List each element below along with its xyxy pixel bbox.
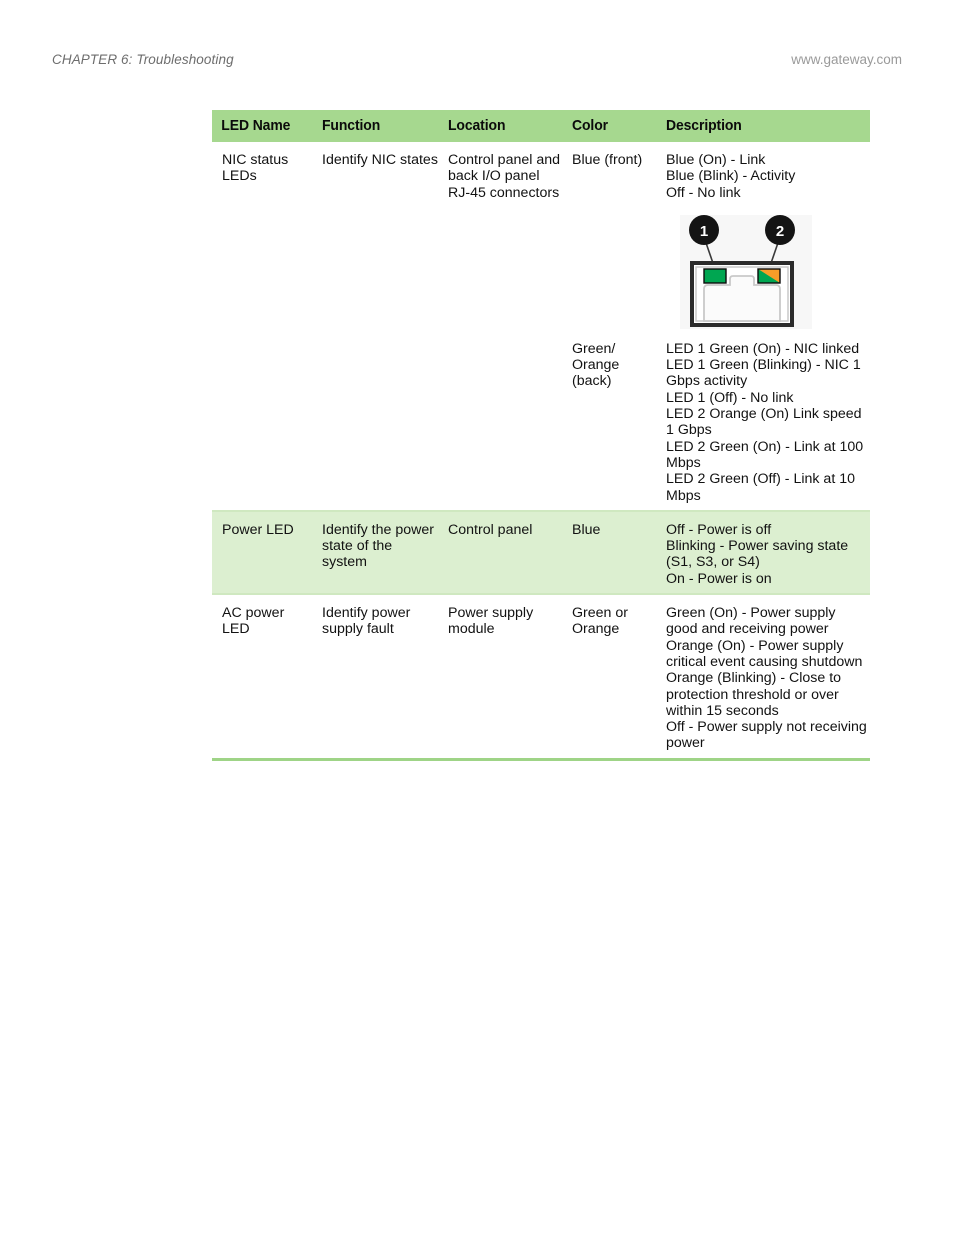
table-figure-row: 1 2 [212, 207, 870, 331]
cell-location: Power supply module [448, 605, 534, 638]
cell-function: Identify the power state of the system [322, 521, 434, 571]
led-2-indicator [757, 268, 781, 284]
led-1-indicator [703, 268, 727, 284]
column-header-function: Function [322, 116, 381, 134]
callout-1-label: 1 [700, 223, 708, 240]
cell-spacer-function [322, 207, 448, 331]
led-reference-table: LED Name Function Location Color Descrip… [212, 110, 870, 761]
cell-location: Control panel and back I/O panel RJ-45 c… [448, 152, 561, 201]
cell-function [322, 341, 448, 504]
cell-spacer-location [448, 207, 572, 331]
chapter-label: CHAPTER 6: Troubleshooting [52, 52, 234, 67]
table-bottom-rule [212, 757, 870, 761]
cell-location: Control panel [448, 521, 533, 538]
rj45-connector-diagram: 1 2 [666, 213, 870, 331]
table-row: Power LED Identify the power state of th… [212, 511, 870, 594]
cell-description: Off - Power is off Blinking - Power savi… [666, 521, 849, 587]
cell-description: Blue (On) - Link Blue (Blink) - Activity… [666, 152, 796, 201]
callout-2-label: 2 [776, 223, 784, 240]
rj45-connector-illustration: 1 2 [680, 214, 812, 329]
table-row: AC power LED Identify power supply fault… [212, 595, 870, 758]
cell-color: Green/ Orange (back) [572, 340, 620, 390]
cell-led-name: NIC status LEDs [222, 152, 289, 185]
cell-color: Blue (front) [572, 152, 643, 168]
cell-color: Blue [572, 521, 601, 538]
column-header-description: Description [666, 116, 742, 134]
callout-1-badge: 1 [689, 214, 719, 245]
cell-led-name [212, 341, 322, 504]
cell-function: Identify NIC states [322, 152, 438, 168]
callout-2-badge: 2 [765, 214, 795, 245]
cell-spacer-color [572, 207, 666, 331]
table-header-row: LED Name Function Location Color Descrip… [212, 110, 870, 142]
cell-description: LED 1 Green (On) - NIC linked LED 1 Gree… [666, 340, 864, 504]
cell-function: Identify power supply fault [322, 605, 411, 638]
page-running-header: CHAPTER 6: Troubleshooting www.gateway.c… [52, 52, 902, 72]
table-row: Green/ Orange (back) LED 1 Green (On) - … [212, 331, 870, 510]
website-url: www.gateway.com [791, 52, 902, 67]
column-header-location: Location [448, 116, 506, 134]
cell-spacer-led-name [212, 207, 322, 331]
table-row: NIC status LEDs Identify NIC states Cont… [212, 142, 870, 207]
cell-led-name: AC power LED [222, 605, 285, 638]
cell-location [448, 341, 572, 504]
cell-color: Green or Orange [572, 605, 628, 638]
cell-led-name: Power LED [222, 521, 294, 538]
column-header-color: Color [572, 116, 608, 134]
cell-description: Green (On) - Power supply good and recei… [666, 605, 867, 752]
column-header-led-name: LED Name [221, 116, 291, 134]
cell-figure: 1 2 [666, 207, 870, 331]
